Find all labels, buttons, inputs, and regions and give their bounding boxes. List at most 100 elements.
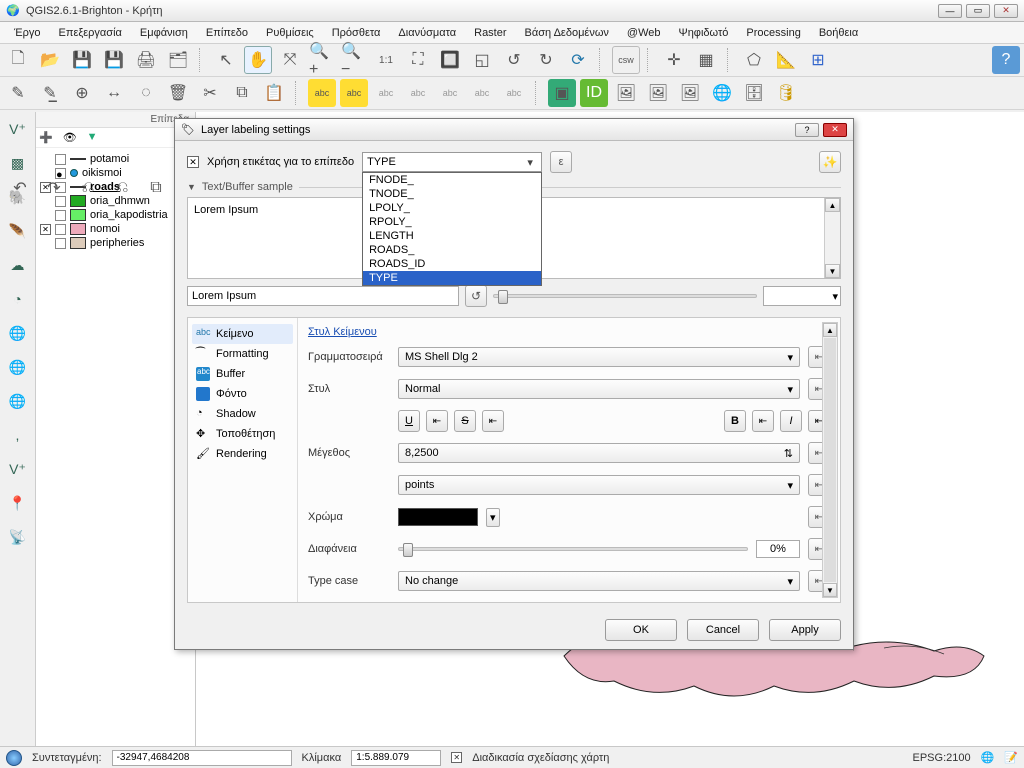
georef-icon[interactable]: 🌐 <box>708 79 736 107</box>
zoom-out-icon[interactable]: 🔍− <box>340 46 368 74</box>
scale-value-input[interactable] <box>351 750 441 766</box>
dialog-title-bar[interactable]: 🏷 Layer labeling settings ? ✕ <box>175 119 853 141</box>
menu-database[interactable]: Βάση Δεδομένων <box>517 25 617 41</box>
dialog-close-button[interactable]: ✕ <box>823 123 847 137</box>
menu-rastertools[interactable]: Ψηφιδωτό <box>671 25 737 41</box>
render-checkbox[interactable]: ✕ <box>451 752 462 763</box>
sample-size-slider[interactable] <box>493 294 757 298</box>
cancel-button[interactable]: Cancel <box>687 619 759 641</box>
tab-formatting[interactable]: ⁀Formatting <box>192 344 293 364</box>
menu-plugins[interactable]: Πρόσθετα <box>324 25 389 41</box>
zoom-last-icon[interactable]: ↺ <box>500 46 528 74</box>
add-wfs-icon[interactable]: 🌐 <box>5 388 31 414</box>
add-wms-icon[interactable]: 🌐 <box>5 320 31 346</box>
menu-web[interactable]: @Web <box>619 25 669 41</box>
epsg-label[interactable]: EPSG:2100 <box>913 752 971 764</box>
close-button[interactable]: ✕ <box>994 4 1018 18</box>
field-option[interactable]: RPOLY_ <box>363 215 541 229</box>
unit-combo[interactable]: points▾ <box>398 475 800 495</box>
italic-button[interactable]: I <box>780 410 802 432</box>
field-option[interactable]: LPOLY_ <box>363 201 541 215</box>
minimize-button[interactable]: — <box>938 4 962 18</box>
raster2-icon[interactable]: 🖼 <box>644 79 672 107</box>
add-mssql-icon[interactable]: ☁ <box>5 252 31 278</box>
scroll-up-icon[interactable]: ▲ <box>823 323 837 337</box>
content-scrollbar[interactable]: ▲ ▼ <box>822 322 838 598</box>
field-option[interactable]: LENGTH <box>363 229 541 243</box>
add-group-icon[interactable]: ➕ <box>39 131 53 144</box>
filter-icon[interactable]: ▼ <box>87 131 98 144</box>
add-wcs-icon[interactable]: 🌐 <box>5 354 31 380</box>
undo-icon[interactable]: ↶ <box>6 174 34 202</box>
sample-text-input[interactable] <box>187 286 459 306</box>
maximize-button[interactable]: ▭ <box>966 4 990 18</box>
tab-text[interactable]: abcΚείμενο <box>192 324 293 344</box>
menu-settings[interactable]: Ρυθμίσεις <box>258 25 322 41</box>
color-swatch[interactable] <box>398 508 478 526</box>
underline-override-button[interactable]: ⇤ <box>426 410 448 432</box>
sample-size-combo[interactable]: ▾ <box>763 286 841 306</box>
measure-icon[interactable]: 📐 <box>772 46 800 74</box>
field-option[interactable]: FNODE_ <box>363 173 541 187</box>
polygon-draw-icon[interactable]: ⬠ <box>740 46 768 74</box>
zoom-in-icon[interactable]: 🔍+ <box>308 46 336 74</box>
zoom-native-icon[interactable]: 1:1 <box>372 46 400 74</box>
sample-scrollbar[interactable]: ▲ ▼ <box>824 198 840 278</box>
plugin2-icon[interactable]: ID <box>580 79 608 107</box>
scroll-down-icon[interactable]: ▼ <box>823 583 837 597</box>
layer-visibility-checkbox[interactable] <box>55 224 66 235</box>
font-combo[interactable]: MS Shell Dlg 2▾ <box>398 347 800 367</box>
automated-placement-button[interactable]: ✨ <box>819 151 841 173</box>
field-option[interactable]: TYPE <box>363 271 541 285</box>
menu-processing[interactable]: Processing <box>738 25 808 41</box>
layer-row[interactable]: oria_kapodistria <box>38 208 193 222</box>
undo2-icon[interactable]: ⎌ <box>74 174 102 202</box>
grid-icon[interactable]: ▦ <box>692 46 720 74</box>
plugin1-icon[interactable]: ▣ <box>548 79 576 107</box>
size-spinner[interactable]: 8,2500⇅ <box>398 443 800 463</box>
pan-to-selection-icon[interactable]: ⤧ <box>276 46 304 74</box>
chevron-down-icon[interactable]: ▾ <box>486 508 500 527</box>
field-option[interactable]: ROADS_ <box>363 243 541 257</box>
copy-icon[interactable]: ⧉ <box>228 79 256 107</box>
style-combo[interactable]: Normal▾ <box>398 379 800 399</box>
field-option[interactable]: TNODE_ <box>363 187 541 201</box>
zoom-selection-icon[interactable]: 🔲 <box>436 46 464 74</box>
apply-button[interactable]: Apply <box>769 619 841 641</box>
help-icon[interactable]: ? <box>992 46 1020 74</box>
tab-shadow[interactable]: ◔Shadow <box>192 404 293 424</box>
label-gray4-icon[interactable]: abc <box>468 79 496 107</box>
add-oracle-icon[interactable]: ◔ <box>5 286 31 312</box>
layer-visibility-checkbox[interactable] <box>55 154 66 165</box>
db2-icon[interactable]: 🛢 <box>772 79 800 107</box>
zoom-next-icon[interactable]: ↻ <box>532 46 560 74</box>
label-gray3-icon[interactable]: abc <box>436 79 464 107</box>
add-spatialite-icon[interactable]: 🪶 <box>5 218 31 244</box>
expression-button[interactable]: ε <box>550 151 572 173</box>
transparency-slider[interactable] <box>398 547 748 551</box>
cut-icon[interactable]: ✂ <box>196 79 224 107</box>
typecase-combo[interactable]: No change▾ <box>398 571 800 591</box>
label-gray1-icon[interactable]: abc <box>372 79 400 107</box>
menu-vector[interactable]: Διανύσματα <box>390 25 464 41</box>
db-icon[interactable]: 🗄 <box>740 79 768 107</box>
tab-background[interactable]: Φόντο <box>192 384 293 404</box>
new-shapefile-icon[interactable]: V⁺ <box>5 456 31 482</box>
layer-row[interactable]: ✕nomoi <box>38 222 193 236</box>
menu-project[interactable]: Έργο <box>6 25 49 41</box>
menu-raster[interactable]: Raster <box>466 25 514 41</box>
ok-button[interactable]: OK <box>605 619 677 641</box>
label-yellow-icon[interactable]: abc <box>308 79 336 107</box>
add-raster-icon[interactable]: ▩ <box>5 150 31 176</box>
underline-button[interactable]: U <box>398 410 420 432</box>
layer-row[interactable]: peripheries <box>38 236 193 250</box>
field-dropdown-list[interactable]: FNODE_TNODE_LPOLY_RPOLY_LENGTHROADS_ROAD… <box>362 172 542 286</box>
save-project-icon[interactable]: 💾 <box>68 46 96 74</box>
bold-button[interactable]: B <box>724 410 746 432</box>
new-gpx-icon[interactable]: 📍 <box>5 490 31 516</box>
text-style-heading[interactable]: Στυλ Κείμενου <box>308 326 377 338</box>
add-delimited-icon[interactable]: , <box>5 422 31 448</box>
layer-row[interactable]: potamoi <box>38 152 193 166</box>
open-project-icon[interactable]: 📂 <box>36 46 64 74</box>
crosshair-icon[interactable]: ✛ <box>660 46 688 74</box>
